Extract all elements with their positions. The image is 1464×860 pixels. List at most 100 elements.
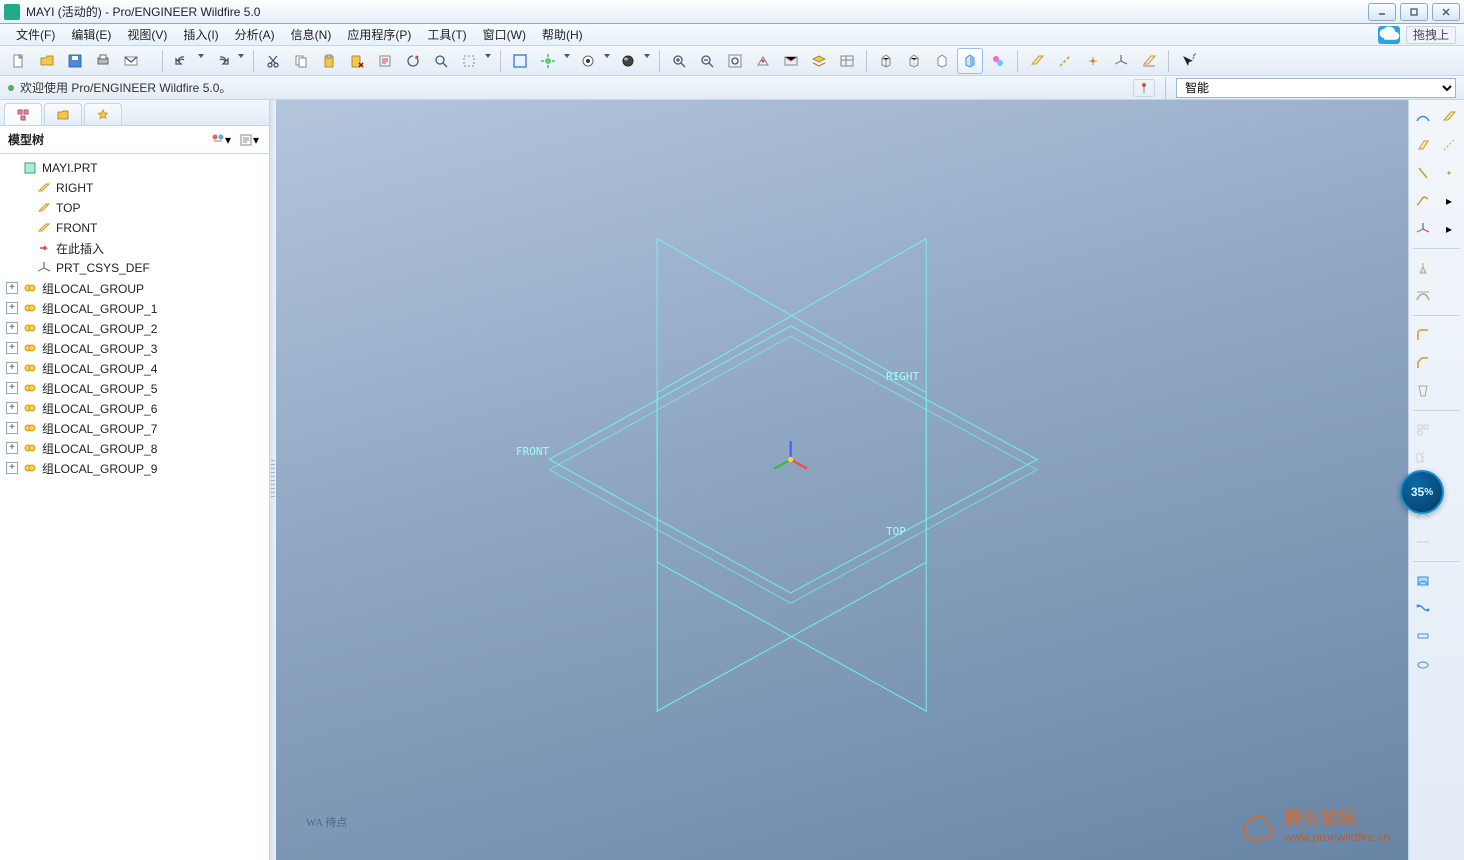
- tree-group-6[interactable]: +组LOCAL_GROUP_6: [2, 398, 267, 418]
- point-button[interactable]: ▸: [1437, 189, 1461, 213]
- tree-group-2[interactable]: +组LOCAL_GROUP_2: [2, 318, 267, 338]
- csys2-button[interactable]: ▸: [1437, 217, 1461, 241]
- tab-favorites[interactable]: [84, 103, 122, 125]
- print-button[interactable]: [90, 48, 116, 74]
- whats-this-button[interactable]: ?: [1175, 48, 1201, 74]
- save-button[interactable]: [62, 48, 88, 74]
- menu-item[interactable]: 信息(N): [283, 24, 340, 46]
- tree-label: FRONT: [56, 221, 97, 235]
- enhanced-realism-button[interactable]: [985, 48, 1011, 74]
- tree-csys[interactable]: PRT_CSYS_DEF: [2, 258, 267, 278]
- mail-button[interactable]: [118, 48, 144, 74]
- tree-datum-right-icon: [36, 180, 52, 196]
- undo-button[interactable]: [169, 48, 195, 74]
- saved-view-button[interactable]: [778, 48, 804, 74]
- wireframe-button[interactable]: [873, 48, 899, 74]
- cut-button[interactable]: [260, 48, 286, 74]
- draft-button[interactable]: [1411, 379, 1435, 403]
- datum-plane-button[interactable]: [1024, 48, 1050, 74]
- tree-datum-right[interactable]: RIGHT: [2, 178, 267, 198]
- menu-item[interactable]: 插入(I): [175, 24, 226, 46]
- copy-props-button[interactable]: [372, 48, 398, 74]
- menu-item[interactable]: 视图(V): [119, 24, 175, 46]
- reorient-button[interactable]: [750, 48, 776, 74]
- selection-filter-select[interactable]: 智能: [1176, 78, 1456, 98]
- menu-item[interactable]: 窗口(W): [475, 24, 534, 46]
- tab-model-tree[interactable]: [4, 103, 42, 125]
- freeform-button[interactable]: [1411, 653, 1435, 677]
- tree-datum-front[interactable]: FRONT: [2, 218, 267, 238]
- tree-group-5[interactable]: +组LOCAL_GROUP_5: [2, 378, 267, 398]
- zoom-out-button[interactable]: [694, 48, 720, 74]
- menu-item[interactable]: 帮助(H): [534, 24, 591, 46]
- style-button[interactable]: [1411, 569, 1435, 593]
- round-button[interactable]: [1411, 323, 1435, 347]
- tree-datum-top[interactable]: TOP: [2, 198, 267, 218]
- display-style-button[interactable]: [615, 48, 641, 74]
- tree-filter-button[interactable]: ▾: [209, 130, 233, 150]
- menu-item[interactable]: 编辑(E): [63, 24, 119, 46]
- minimize-button[interactable]: [1368, 3, 1396, 21]
- shaded-button[interactable]: [957, 48, 983, 74]
- redo-button[interactable]: [209, 48, 235, 74]
- tree-group-1[interactable]: +组LOCAL_GROUP_1: [2, 298, 267, 318]
- sketch-button[interactable]: [1411, 105, 1435, 129]
- blend-button[interactable]: [1411, 597, 1435, 621]
- menu-item[interactable]: 文件(F): [8, 24, 63, 46]
- close-button[interactable]: [1432, 3, 1460, 21]
- copy-button[interactable]: [288, 48, 314, 74]
- titlebar: MAYI (活动的) - Pro/ENGINEER Wildfire 5.0: [0, 0, 1464, 24]
- maximize-button[interactable]: [1400, 3, 1428, 21]
- boundary-button[interactable]: [1411, 625, 1435, 649]
- named-view-button[interactable]: [575, 48, 601, 74]
- menubar: 文件(F)编辑(E)视图(V)插入(I)分析(A)信息(N)应用程序(P)工具(…: [0, 24, 1464, 46]
- sweep-button[interactable]: [1411, 189, 1435, 213]
- model-tree[interactable]: MAYI.PRTRIGHTTOPFRONT在此插入PRT_CSYS_DEF+组L…: [0, 154, 269, 860]
- axis-button[interactable]: [1437, 133, 1461, 157]
- extrude-button[interactable]: [1411, 133, 1435, 157]
- no-hidden-button[interactable]: [929, 48, 955, 74]
- shell-button[interactable]: [1411, 284, 1435, 308]
- chamfer-button[interactable]: [1411, 351, 1435, 375]
- open-button[interactable]: [34, 48, 60, 74]
- tree-group-4[interactable]: +组LOCAL_GROUP_4: [2, 358, 267, 378]
- tree-group-3[interactable]: +组LOCAL_GROUP_3: [2, 338, 267, 358]
- plane-button[interactable]: [1437, 105, 1461, 129]
- tree-root[interactable]: MAYI.PRT: [2, 158, 267, 178]
- datum-point-button[interactable]: [1080, 48, 1106, 74]
- regenerate-button[interactable]: [400, 48, 426, 74]
- paste-special-button[interactable]: [344, 48, 370, 74]
- menu-item[interactable]: 工具(T): [419, 24, 474, 46]
- cloud-button[interactable]: [1378, 26, 1400, 44]
- hidden-line-button[interactable]: [901, 48, 927, 74]
- new-button[interactable]: [6, 48, 32, 74]
- datum-csys-button[interactable]: [1108, 48, 1134, 74]
- selection-indicator[interactable]: [1133, 79, 1155, 97]
- csys-button[interactable]: [1411, 217, 1435, 241]
- menu-item[interactable]: 分析(A): [227, 24, 283, 46]
- select-button[interactable]: [456, 48, 482, 74]
- paste-button[interactable]: [316, 48, 342, 74]
- tree-insert-here[interactable]: 在此插入: [2, 238, 267, 258]
- hole-button[interactable]: [1411, 256, 1435, 280]
- find-button[interactable]: [428, 48, 454, 74]
- datum-axis-button[interactable]: [1052, 48, 1078, 74]
- annotation-button[interactable]: [1136, 48, 1162, 74]
- line-button[interactable]: [1437, 161, 1461, 185]
- spin-center-button[interactable]: [535, 48, 561, 74]
- tree-group-7-icon: [22, 420, 38, 436]
- layers-button[interactable]: [806, 48, 832, 74]
- menu-item[interactable]: 应用程序(P): [339, 24, 419, 46]
- viewport[interactable]: FRONT RIGHT TOP WA 待点 野火论坛 www.proewildf…: [276, 100, 1408, 860]
- revolve-button[interactable]: [1411, 161, 1435, 185]
- view-manager-button[interactable]: [834, 48, 860, 74]
- tree-group-7[interactable]: +组LOCAL_GROUP_7: [2, 418, 267, 438]
- zoom-in-button[interactable]: [666, 48, 692, 74]
- repaint-button[interactable]: [507, 48, 533, 74]
- tree-group-9[interactable]: +组LOCAL_GROUP_9: [2, 458, 267, 478]
- tab-folder[interactable]: [44, 103, 82, 125]
- tree-group-0[interactable]: +组LOCAL_GROUP: [2, 278, 267, 298]
- tree-settings-button[interactable]: ▾: [237, 130, 261, 150]
- refit-button[interactable]: [722, 48, 748, 74]
- tree-group-8[interactable]: +组LOCAL_GROUP_8: [2, 438, 267, 458]
